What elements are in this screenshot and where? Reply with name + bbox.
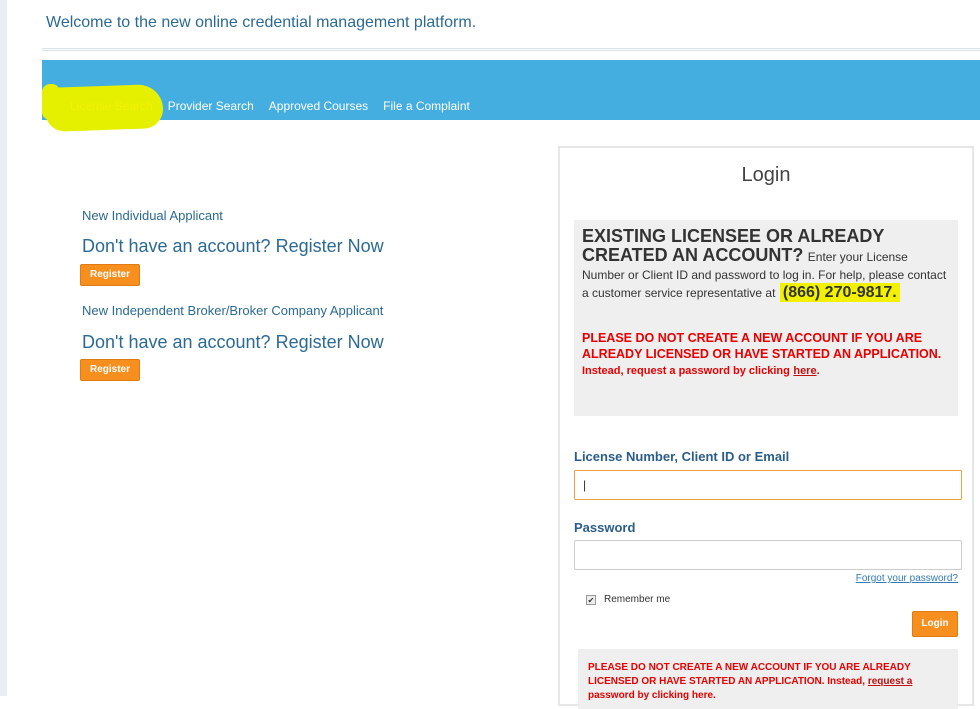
info-paragraph: EXISTING LICENSEE OR ALREADY CREATED AN … [582, 227, 950, 302]
warning-period: . [816, 365, 820, 377]
nav-license-search[interactable]: License Search [70, 99, 153, 113]
password-label: Password [574, 520, 636, 535]
username-input[interactable] [574, 470, 962, 500]
warning-sub: Instead, request a password by clicking [582, 365, 790, 377]
remember-me-row: ✔ Remember me [586, 594, 670, 605]
login-warning: PLEASE DO NOT CREATE A NEW ACCOUNT IF YO… [582, 330, 950, 379]
warning-main: PLEASE DO NOT CREATE A NEW ACCOUNT IF YO… [582, 331, 942, 361]
phone-number: (866) 270-9817. [779, 283, 900, 302]
register-individual-button[interactable]: Register [80, 264, 140, 286]
welcome-divider [42, 48, 980, 51]
broker-register-headline[interactable]: Don't have an account? Register Now [82, 332, 384, 353]
bottom-request-link[interactable]: request a [868, 676, 912, 687]
nav-links: License Search Provider Search Approved … [70, 99, 485, 113]
register-broker-button[interactable]: Register [80, 359, 140, 381]
password-input[interactable] [574, 540, 962, 570]
nav-file-complaint[interactable]: File a Complaint [383, 99, 470, 113]
broker-applicant-label: New Independent Broker/Broker Company Ap… [82, 303, 384, 318]
welcome-message: Welcome to the new online credential man… [46, 14, 477, 31]
bottom-warning: PLEASE DO NOT CREATE A NEW ACCOUNT IF YO… [578, 649, 958, 709]
username-label: License Number, Client ID or Email [574, 449, 790, 464]
nav-container: License Search Provider Search Approved … [42, 60, 980, 120]
forgot-password-link[interactable]: Forgot your password? [856, 573, 958, 584]
left-rail [0, 0, 7, 696]
individual-register-headline[interactable]: Don't have an account? Register Now [82, 236, 384, 257]
remember-me-checkbox[interactable]: ✔ [586, 594, 596, 605]
login-button[interactable]: Login [912, 611, 958, 637]
request-password-link[interactable]: here [793, 365, 816, 377]
login-panel: Login EXISTING LICENSEE OR ALREADY CREAT… [558, 146, 974, 709]
nav-provider-search[interactable]: Provider Search [168, 99, 254, 113]
login-info-box: EXISTING LICENSEE OR ALREADY CREATED AN … [574, 220, 958, 416]
nav-approved-courses[interactable]: Approved Courses [269, 99, 368, 113]
bottom-warning-text: PLEASE DO NOT CREATE A NEW ACCOUNT IF YO… [588, 662, 911, 687]
individual-applicant-label: New Individual Applicant [82, 208, 223, 223]
remember-me-label: Remember me [604, 594, 671, 605]
login-title: Login [741, 164, 791, 186]
